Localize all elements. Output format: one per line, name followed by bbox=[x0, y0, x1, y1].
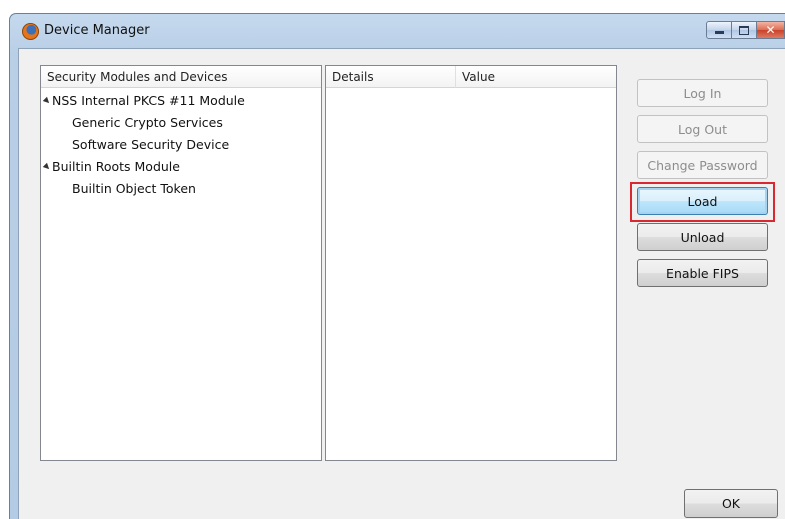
modules-column-header[interactable]: Security Modules and Devices bbox=[41, 66, 321, 88]
highlight-box bbox=[630, 182, 775, 222]
tree-item-builtin-object-token[interactable]: Builtin Object Token bbox=[41, 178, 245, 200]
title-bar[interactable]: Device Manager ✕ bbox=[10, 14, 785, 48]
tree-item-label: Builtin Roots Module bbox=[52, 159, 180, 174]
log-out-button[interactable]: Log Out bbox=[637, 115, 768, 143]
unload-button[interactable]: Unload bbox=[637, 223, 768, 251]
tree-item-label: NSS Internal PKCS #11 Module bbox=[52, 93, 245, 108]
window-title: Device Manager bbox=[44, 23, 150, 38]
tree-item-generic-crypto[interactable]: Generic Crypto Services bbox=[41, 112, 245, 134]
modules-tree-panel[interactable]: Security Modules and Devices NSS Interna… bbox=[40, 65, 322, 461]
log-in-button[interactable]: Log In bbox=[637, 79, 768, 107]
firefox-icon bbox=[22, 23, 39, 40]
tree-item-nss-internal[interactable]: NSS Internal PKCS #11 Module bbox=[41, 90, 245, 112]
ok-button[interactable]: OK bbox=[684, 489, 778, 518]
device-manager-window: Device Manager ✕ Security Modules and De… bbox=[9, 13, 785, 519]
expand-triangle-icon[interactable] bbox=[42, 162, 52, 172]
maximize-icon bbox=[739, 25, 749, 35]
change-password-button[interactable]: Change Password bbox=[637, 151, 768, 179]
enable-fips-button[interactable]: Enable FIPS bbox=[637, 259, 768, 287]
tree-item-builtin-roots[interactable]: Builtin Roots Module bbox=[41, 156, 245, 178]
expand-triangle-icon[interactable] bbox=[42, 96, 52, 106]
dialog-body: Security Modules and Devices NSS Interna… bbox=[18, 48, 785, 519]
maximize-button[interactable] bbox=[732, 21, 757, 39]
minimize-icon bbox=[714, 31, 724, 34]
minimize-button[interactable] bbox=[706, 21, 732, 39]
value-column-header[interactable]: Value bbox=[456, 66, 616, 88]
close-icon: ✕ bbox=[765, 23, 776, 37]
window-controls: ✕ bbox=[706, 21, 785, 40]
details-panel[interactable]: Details Value bbox=[325, 65, 617, 461]
tree-item-software-security[interactable]: Software Security Device bbox=[41, 134, 245, 156]
modules-tree: NSS Internal PKCS #11 Module Generic Cry… bbox=[41, 90, 245, 200]
close-button[interactable]: ✕ bbox=[757, 21, 785, 39]
details-column-header[interactable]: Details bbox=[326, 66, 456, 88]
